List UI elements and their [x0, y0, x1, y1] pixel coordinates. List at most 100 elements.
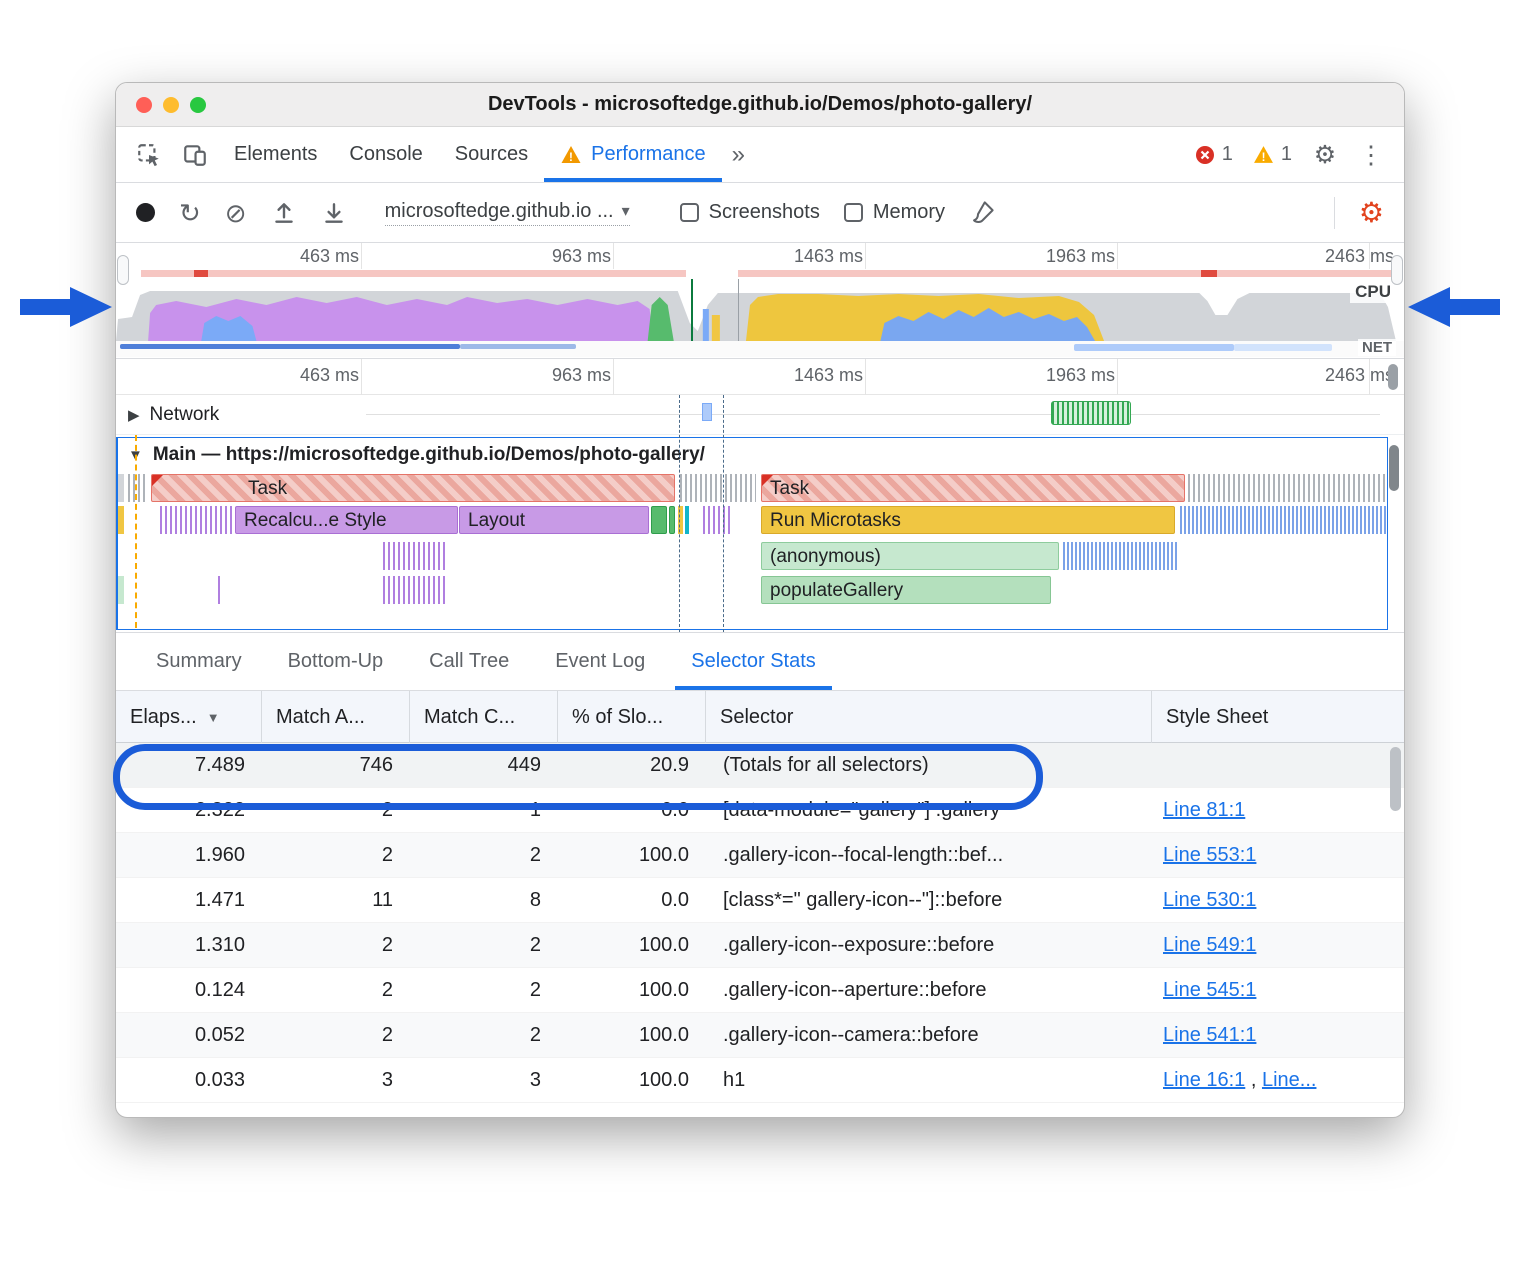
- gc-bar[interactable]: [669, 506, 675, 534]
- close-button[interactable]: [136, 97, 152, 113]
- overview-right-handle[interactable]: [1391, 255, 1403, 285]
- memory-checkbox[interactable]: Memory: [844, 201, 945, 224]
- device-toolbar-icon: [182, 142, 208, 168]
- recalculate-style-bar[interactable]: Recalcu...e Style: [235, 506, 458, 534]
- menu-button[interactable]: ⋮: [1348, 127, 1394, 182]
- inspect-element-button[interactable]: [126, 127, 172, 182]
- cell-match-attempts: 2: [261, 979, 409, 1002]
- script-cluster[interactable]: [1180, 506, 1386, 534]
- run-microtasks-bar[interactable]: Run Microtasks: [761, 506, 1175, 534]
- collect-garbage-button[interactable]: [969, 199, 996, 226]
- network-track[interactable]: ▶ Network: [116, 395, 1404, 435]
- cell-pct-slow: 100.0: [557, 979, 705, 1002]
- capture-settings-button[interactable]: ⚙: [1359, 199, 1384, 227]
- scrollbar-thumb[interactable]: [1388, 364, 1398, 390]
- table-row[interactable]: 0.12422100.0.gallery-icon--aperture::bef…: [116, 968, 1404, 1013]
- overview-net-lane: NET: [116, 341, 1404, 357]
- stylesheet-link[interactable]: Line 16:1: [1163, 1069, 1245, 1091]
- overview-left-handle[interactable]: [117, 255, 129, 285]
- save-profile-button[interactable]: [321, 200, 347, 226]
- tab-call-tree[interactable]: Call Tree: [413, 633, 525, 690]
- screenshots-checkbox[interactable]: Screenshots: [680, 201, 820, 224]
- record-button[interactable]: [136, 203, 155, 222]
- table-row[interactable]: 2.322210.0[data-module="gallery"] .galle…: [116, 788, 1404, 833]
- column-header-match-count[interactable]: Match C...: [409, 691, 557, 743]
- disclosure-triangle-icon[interactable]: ▶: [128, 406, 140, 424]
- zoom-button[interactable]: [190, 97, 206, 113]
- tab-console[interactable]: Console: [333, 127, 438, 182]
- column-header-match-attempts[interactable]: Match A...: [261, 691, 409, 743]
- main-thread-track[interactable]: ▼ Main — https://microsoftedge.github.io…: [116, 437, 1388, 630]
- flame-chart[interactable]: Task Task Recalcu...e Style Layout Run M…: [118, 472, 1387, 624]
- table-row[interactable]: 1.4711180.0[class*=" gallery-icon--"]::b…: [116, 878, 1404, 923]
- timeline-overview[interactable]: 463 ms 963 ms 1463 ms 1963 ms 2463 ms: [116, 243, 1404, 359]
- column-header-pct-slow[interactable]: % of Slo...: [557, 691, 705, 743]
- tab-elements[interactable]: Elements: [218, 127, 333, 182]
- stylesheet-link[interactable]: Line 541:1: [1163, 1024, 1256, 1046]
- error-badge[interactable]: 1: [1185, 127, 1243, 182]
- more-tabs-button[interactable]: »: [722, 127, 755, 182]
- history-select-value: microsoftedge.github.io ...: [385, 200, 614, 223]
- table-row[interactable]: 0.03333100.0h1Line 16:1 , Line...: [116, 1058, 1404, 1103]
- inspect-icon: [136, 142, 162, 168]
- populate-gallery-bar[interactable]: populateGallery: [761, 576, 1051, 604]
- scrollbar-thumb[interactable]: [1390, 747, 1401, 811]
- task-cluster[interactable]: [128, 474, 148, 502]
- warning-badge[interactable]: ! 1: [1243, 127, 1302, 182]
- tick-label: 2463 ms: [1325, 365, 1394, 386]
- network-request-cluster[interactable]: [1051, 401, 1131, 425]
- style-cluster[interactable]: [160, 506, 232, 534]
- network-baseline: [366, 414, 1380, 415]
- anonymous-function-bar[interactable]: (anonymous): [761, 542, 1059, 570]
- style-cluster[interactable]: [383, 576, 448, 604]
- cell-selector: [data-module="gallery"] .gallery: [705, 799, 1151, 822]
- parse-tick[interactable]: [685, 506, 689, 534]
- tab-bottom-up[interactable]: Bottom-Up: [272, 633, 400, 690]
- column-header-selector[interactable]: Selector: [705, 691, 1151, 743]
- table-row[interactable]: 7.48974644920.9(Totals for all selectors…: [116, 743, 1404, 788]
- stylesheet-link[interactable]: Line 530:1: [1163, 889, 1256, 911]
- tab-event-log[interactable]: Event Log: [539, 633, 661, 690]
- task-bar[interactable]: Task: [761, 474, 1185, 502]
- history-select[interactable]: microsoftedge.github.io ... ▾: [385, 200, 630, 226]
- stylesheet-link[interactable]: Line...: [1262, 1069, 1316, 1091]
- task-cluster[interactable]: [680, 474, 756, 502]
- collect-garbage-icon: [969, 199, 996, 226]
- tab-summary[interactable]: Summary: [140, 633, 258, 690]
- style-tick[interactable]: [218, 576, 222, 604]
- task-bar[interactable]: Task: [151, 474, 675, 502]
- network-request-marker[interactable]: [702, 403, 712, 421]
- reload-and-record-button[interactable]: ↻: [179, 200, 201, 226]
- tab-performance[interactable]: ! Performance: [544, 127, 722, 182]
- checkbox-box: [680, 203, 699, 222]
- layout-bar[interactable]: Layout: [459, 506, 649, 534]
- column-label: Match A...: [276, 706, 365, 729]
- stylesheet-link[interactable]: Line 553:1: [1163, 844, 1256, 866]
- load-profile-button[interactable]: [271, 200, 297, 226]
- tab-sources[interactable]: Sources: [439, 127, 544, 182]
- tab-selector-stats[interactable]: Selector Stats: [675, 633, 832, 690]
- table-row[interactable]: 1.31022100.0.gallery-icon--exposure::bef…: [116, 923, 1404, 968]
- table-row[interactable]: 1.96022100.0.gallery-icon--focal-length:…: [116, 833, 1404, 878]
- stylesheet-link[interactable]: Line 545:1: [1163, 979, 1256, 1001]
- column-header-elapsed[interactable]: Elaps... ▼: [116, 691, 261, 743]
- gc-bar[interactable]: [651, 506, 667, 534]
- overview-cpu-chart[interactable]: CPU: [116, 279, 1404, 341]
- style-cluster[interactable]: [703, 506, 733, 534]
- task-cluster[interactable]: [1188, 474, 1386, 502]
- clear-button[interactable]: ⊘: [225, 200, 247, 226]
- settings-button[interactable]: ⚙: [1302, 127, 1348, 182]
- main-track-header[interactable]: ▼ Main — https://microsoftedge.github.io…: [118, 438, 1387, 472]
- style-cluster[interactable]: [383, 542, 448, 570]
- tab-label: Performance: [591, 143, 706, 166]
- column-header-style-sheet[interactable]: Style Sheet: [1151, 691, 1404, 743]
- stylesheet-link[interactable]: Line 81:1: [1163, 799, 1245, 821]
- tick-label: 1463 ms: [794, 365, 863, 386]
- scrollbar-thumb[interactable]: [1389, 445, 1399, 491]
- script-cluster[interactable]: [1063, 542, 1178, 570]
- device-toolbar-button[interactable]: [172, 127, 218, 182]
- cell-match-attempts: 2: [261, 844, 409, 867]
- table-row[interactable]: 0.05222100.0.gallery-icon--camera::befor…: [116, 1013, 1404, 1058]
- minimize-button[interactable]: [163, 97, 179, 113]
- stylesheet-link[interactable]: Line 549:1: [1163, 934, 1256, 956]
